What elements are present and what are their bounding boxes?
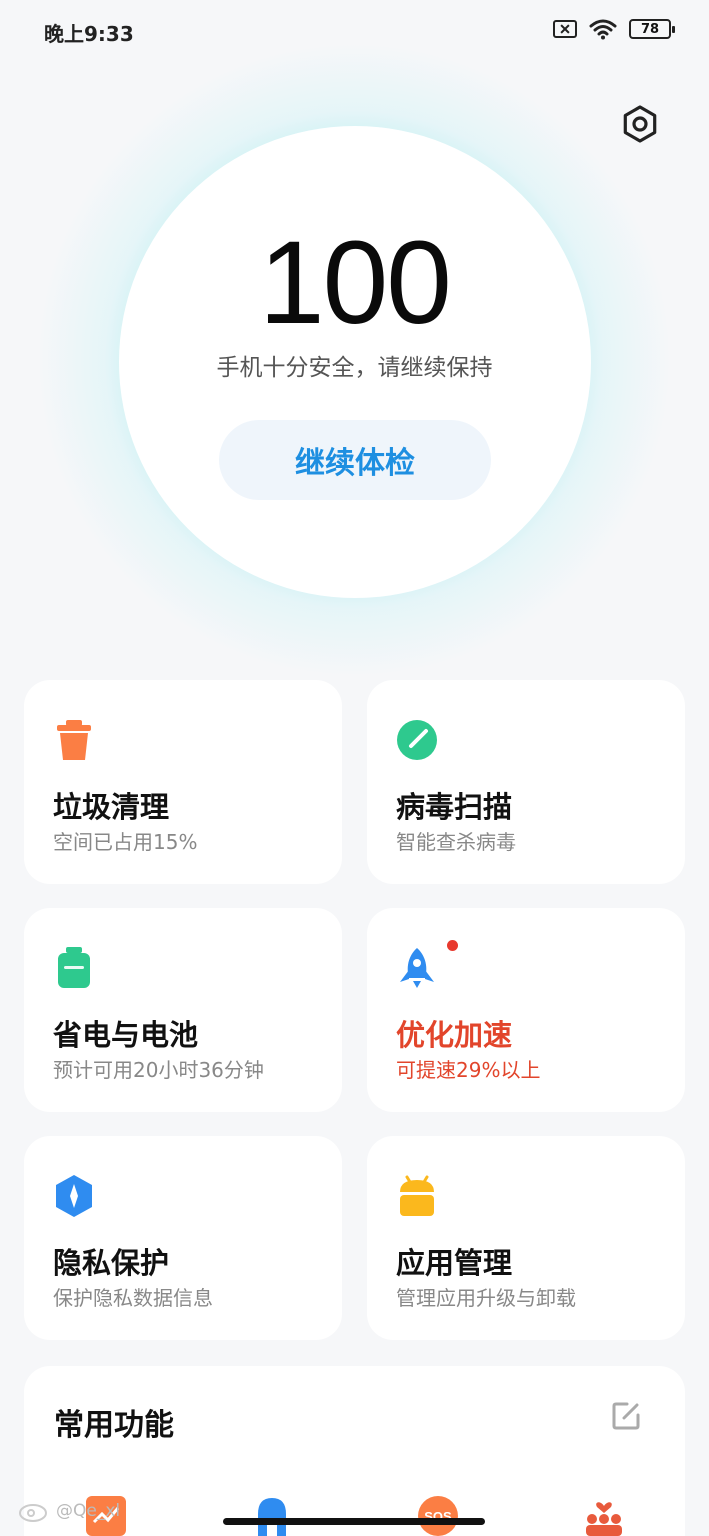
gear-icon — [623, 105, 657, 143]
watermark: @Qe_xl — [18, 1500, 120, 1522]
card-title: 病毒扫描 — [396, 790, 513, 824]
edit-button[interactable] — [610, 1400, 642, 1432]
card-battery[interactable]: 省电与电池 预计可用20小时36分钟 — [24, 908, 342, 1112]
card-title: 应用管理 — [396, 1246, 513, 1280]
card-app-manager[interactable]: 应用管理 管理应用升级与卸载 — [367, 1136, 685, 1340]
sos-icon[interactable]: SOS — [416, 1492, 460, 1536]
card-optimize[interactable]: 优化加速 可提速29%以上 — [367, 908, 685, 1112]
status-icons: 78 — [553, 18, 675, 40]
card-subtitle: 可提速29%以上 — [396, 1058, 541, 1082]
family-guard-icon[interactable] — [582, 1492, 626, 1536]
card-title: 省电与电池 — [53, 1018, 199, 1052]
trash-icon — [57, 720, 91, 760]
card-title: 垃圾清理 — [53, 790, 170, 824]
battery-indicator: 78 — [629, 19, 675, 39]
card-virus-scan[interactable]: 病毒扫描 智能查杀病毒 — [367, 680, 685, 884]
watermark-text: @Qe_xl — [56, 1501, 121, 1521]
card-junk-cleanup[interactable]: 垃圾清理 空间已占用15% — [24, 680, 342, 884]
card-subtitle: 保护隐私数据信息 — [53, 1286, 213, 1310]
notification-dot — [447, 940, 458, 951]
card-subtitle: 预计可用20小时36分钟 — [53, 1058, 264, 1082]
card-title: 优化加速 — [396, 1018, 513, 1052]
home-indicator[interactable] — [223, 1518, 485, 1525]
security-score: 100 — [259, 217, 452, 349]
virus-scan-icon — [397, 720, 437, 760]
card-subtitle: 空间已占用15% — [53, 830, 198, 854]
card-privacy[interactable]: 隐私保护 保护隐私数据信息 — [24, 1136, 342, 1340]
app-manager-icon — [400, 1175, 434, 1216]
wifi-icon — [589, 19, 617, 40]
status-time: 晚上9:33 — [44, 22, 134, 46]
privacy-shield-icon — [56, 1175, 92, 1217]
battery-icon — [58, 947, 90, 988]
weibo-logo-icon — [19, 1504, 47, 1522]
rocket-icon — [400, 948, 434, 988]
no-sim-icon — [553, 20, 577, 38]
function-cleaner-icon[interactable] — [250, 1492, 294, 1536]
card-subtitle: 智能查杀病毒 — [396, 830, 516, 854]
continue-check-button[interactable]: 继续体检 — [219, 420, 491, 500]
card-title: 隐私保护 — [53, 1246, 170, 1280]
settings-button[interactable] — [620, 104, 660, 144]
edit-icon — [612, 1402, 640, 1430]
score-description: 手机十分安全，请继续保持 — [216, 355, 493, 381]
section-title: 常用功能 — [54, 1408, 174, 1443]
card-subtitle: 管理应用升级与卸载 — [396, 1286, 576, 1310]
